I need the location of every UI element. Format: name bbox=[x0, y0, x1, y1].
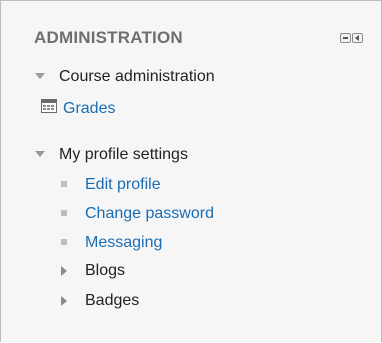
edit-profile-link[interactable]: Edit profile bbox=[85, 174, 161, 196]
course-administration-node[interactable]: Course administration bbox=[59, 66, 215, 88]
bullet-icon bbox=[61, 210, 67, 216]
bullet-icon bbox=[61, 239, 67, 245]
grades-link[interactable]: Grades bbox=[63, 98, 115, 120]
dock-block-icon[interactable] bbox=[352, 33, 363, 43]
bullet-icon bbox=[61, 181, 67, 187]
collapsed-arrow-icon[interactable] bbox=[61, 296, 67, 306]
collapsed-arrow-icon[interactable] bbox=[61, 266, 67, 276]
block-controls bbox=[340, 33, 363, 43]
administration-block: ADMINISTRATION Course administration Gra… bbox=[0, 0, 382, 342]
badges-node[interactable]: Badges bbox=[85, 290, 139, 312]
grades-icon bbox=[41, 99, 57, 113]
change-password-link[interactable]: Change password bbox=[85, 203, 214, 225]
expanded-arrow-icon[interactable] bbox=[35, 73, 45, 79]
block-title: ADMINISTRATION bbox=[34, 28, 183, 47]
blogs-node[interactable]: Blogs bbox=[85, 260, 125, 282]
block-header: ADMINISTRATION bbox=[1, 1, 381, 61]
my-profile-settings-node[interactable]: My profile settings bbox=[59, 144, 188, 166]
hide-block-icon[interactable] bbox=[340, 33, 351, 43]
messaging-link[interactable]: Messaging bbox=[85, 232, 162, 254]
expanded-arrow-icon[interactable] bbox=[35, 151, 45, 157]
